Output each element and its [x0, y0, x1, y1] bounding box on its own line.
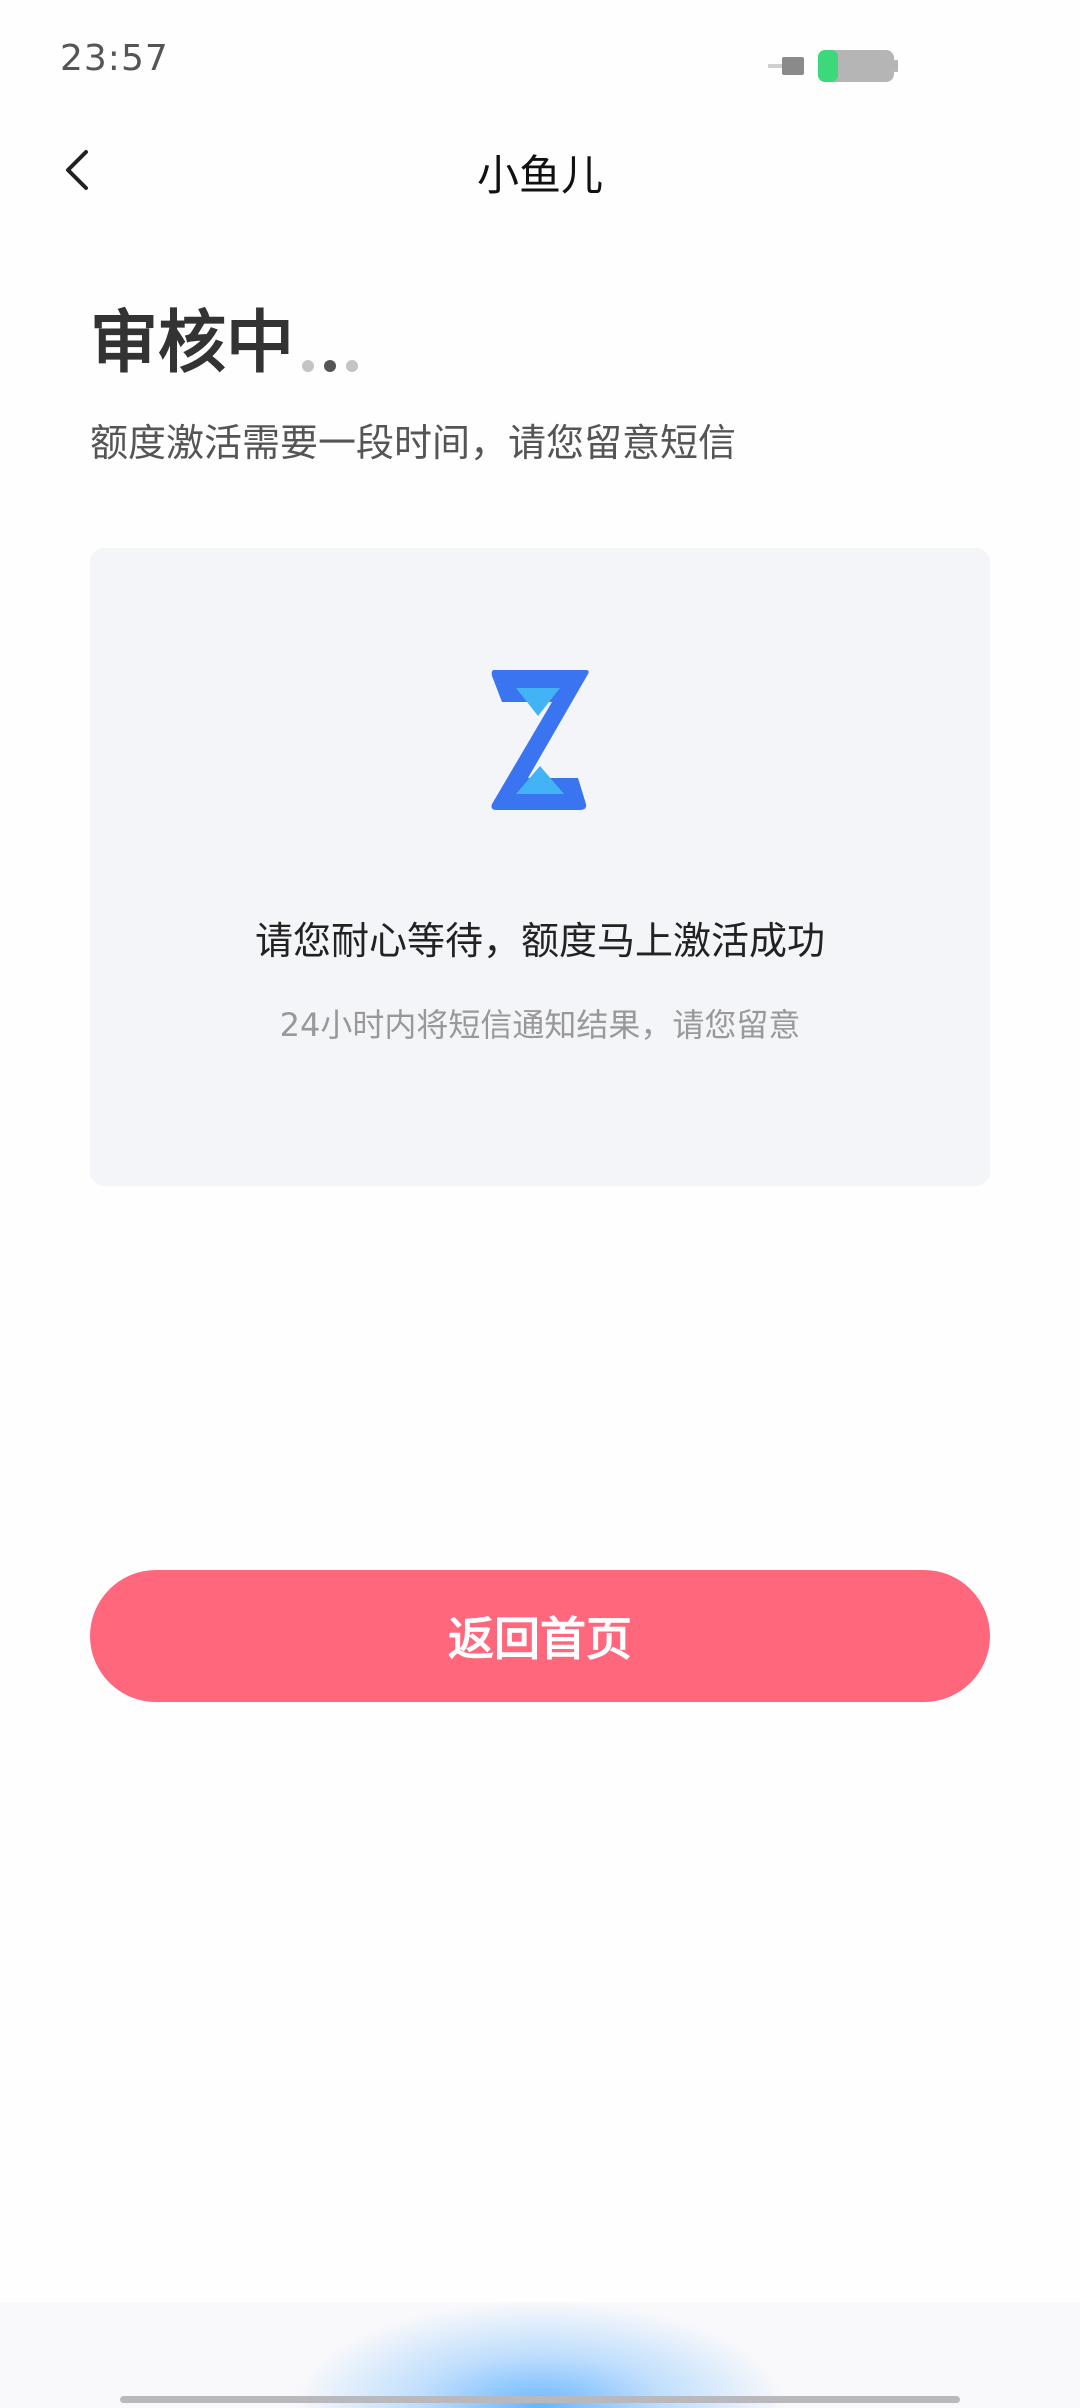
page: 23:57 小鱼儿 审核中 额度激活需要一段时间，请您留意短信 请您耐心等待，额… — [0, 0, 1080, 2408]
back-to-home-button[interactable]: 返回首页 — [90, 1570, 990, 1702]
status-card: 请您耐心等待，额度马上激活成功 24小时内将短信通知结果，请您留意 — [90, 548, 990, 1186]
nav-title: 小鱼儿 — [476, 151, 603, 200]
hourglass-icon — [491, 670, 589, 810]
battery-charging-icon — [768, 50, 898, 82]
gesture-glow — [290, 2300, 790, 2408]
status-heading: 审核中 — [90, 310, 368, 378]
card-description: 24小时内将短信通知结果，请您留意 — [279, 1006, 801, 1044]
status-bar: 23:57 — [0, 0, 1080, 120]
nav-bar: 小鱼儿 — [0, 120, 1080, 220]
card-title: 请您耐心等待，额度马上激活成功 — [254, 919, 825, 963]
home-indicator[interactable] — [120, 2396, 960, 2403]
status-time: 23:57 — [60, 38, 169, 79]
page-title: 审核中 — [90, 304, 295, 383]
loading-dots-icon — [302, 360, 368, 372]
page-subtitle: 额度激活需要一段时间，请您留意短信 — [90, 421, 737, 465]
